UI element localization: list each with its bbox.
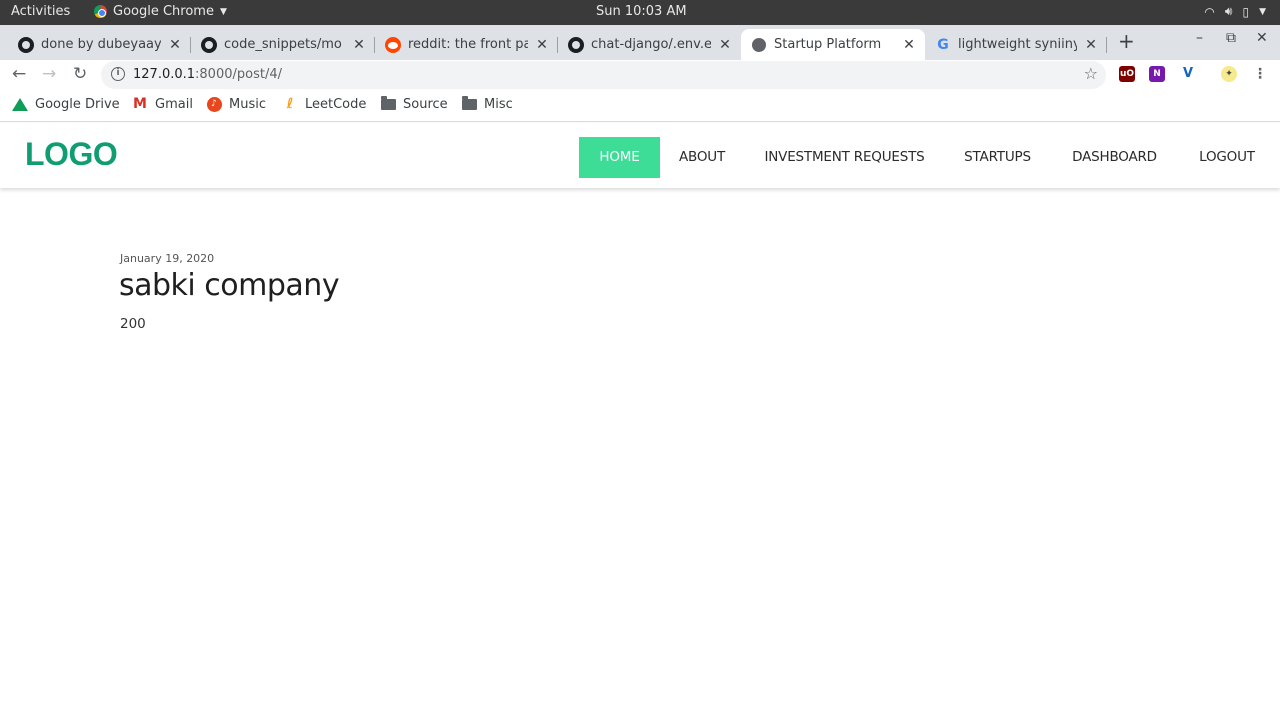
battery-icon: ▯: [1242, 4, 1250, 19]
bookmark-label: Source: [403, 96, 448, 112]
system-top-bar: Activities Google Chrome ▼ Sun 10:03 AM …: [0, 0, 1280, 25]
app-name: Google Chrome: [113, 4, 214, 19]
tab-title: Startup Platform: [774, 37, 882, 52]
reload-icon[interactable]: ↻: [73, 64, 87, 84]
post-date: January 19, 2020: [120, 252, 215, 265]
tray-menu-caret-icon: ▼: [1259, 6, 1266, 17]
github-icon: [18, 36, 34, 53]
nav-investment-requests[interactable]: INVESTMENT REQUESTS: [752, 137, 937, 178]
bookmark-label: Google Drive: [35, 96, 120, 112]
close-icon[interactable]: ✕: [167, 37, 183, 53]
bookmark-label: Misc: [484, 96, 513, 112]
nav-dashboard[interactable]: DASHBOARD: [1058, 137, 1171, 178]
close-icon[interactable]: ✕: [901, 37, 917, 53]
tab-startup-platform[interactable]: Startup Platform ✕: [741, 29, 925, 60]
reddit-icon: [385, 36, 401, 53]
globe-icon: [752, 37, 766, 52]
tab-title: reddit: the front pa: [408, 37, 528, 52]
music-icon: ♪: [206, 96, 222, 112]
tab-lightweight-google[interactable]: G lightweight syniiny ✕: [925, 29, 1107, 60]
tab-title: code_snippets/mo: [224, 37, 342, 52]
bookmark-folder-misc[interactable]: Misc: [461, 95, 513, 112]
nav-home[interactable]: HOME: [579, 137, 660, 178]
tab-reddit[interactable]: reddit: the front pa ✕: [375, 29, 558, 60]
bookmark-label: Music: [229, 96, 266, 112]
site-logo[interactable]: LOGO: [25, 136, 118, 173]
url-text[interactable]: 127.0.0.1:8000/post/4/: [133, 67, 282, 82]
bookmarks-bar: Google Drive M Gmail ♪ Music ℓ LeetCode …: [0, 89, 1280, 122]
bookmark-label: Gmail: [155, 96, 193, 112]
bookmark-music[interactable]: ♪ Music: [206, 96, 266, 112]
url-host: 127.0.0.1: [133, 67, 196, 82]
github-icon: [201, 36, 217, 53]
activities-button[interactable]: Activities: [11, 4, 70, 19]
system-tray[interactable]: ◠ 🔊︎ ▯ ▼: [1204, 4, 1266, 19]
tab-title: lightweight syniiny: [958, 37, 1077, 52]
close-icon[interactable]: ✕: [1083, 37, 1099, 53]
folder-icon: [461, 95, 477, 110]
profile-avatar[interactable]: ✦: [1221, 66, 1237, 82]
nav-startups[interactable]: STARTUPS: [950, 137, 1045, 178]
browser-toolbar: ← → ↻ i 127.0.0.1:8000/post/4/ ☆ uO N V …: [0, 60, 1280, 89]
post-body: 200: [120, 316, 146, 332]
bookmark-google-drive[interactable]: Google Drive: [12, 96, 120, 112]
onenote-icon[interactable]: N: [1149, 66, 1165, 82]
volume-icon: 🔊︎: [1224, 4, 1233, 18]
vpn-extension-icon[interactable]: V: [1180, 66, 1196, 82]
app-menu[interactable]: Google Chrome ▼: [94, 4, 227, 19]
site-info-icon[interactable]: i: [111, 67, 125, 81]
close-icon[interactable]: ✕: [351, 37, 367, 53]
chrome-menu-icon[interactable]: ⋮: [1252, 66, 1268, 82]
site-header: LOGO HOME ABOUT INVESTMENT REQUESTS STAR…: [0, 123, 1280, 188]
tab-title: chat-django/.env.e: [591, 37, 711, 52]
caret-down-icon: ▼: [219, 6, 227, 17]
leetcode-icon: ℓ: [286, 96, 294, 112]
close-icon[interactable]: ✕: [717, 37, 733, 53]
close-icon[interactable]: ✕: [534, 37, 550, 53]
bookmark-label: LeetCode: [305, 96, 367, 112]
tab-separator: [1106, 37, 1107, 53]
window-close-icon[interactable]: ✕: [1256, 30, 1268, 46]
gmail-icon: M: [133, 96, 147, 112]
google-drive-icon: [12, 97, 28, 111]
bookmark-star-icon[interactable]: ☆: [1084, 64, 1098, 83]
tab-chat-django[interactable]: chat-django/.env.e ✕: [558, 29, 741, 60]
folder-icon: [380, 95, 396, 110]
bookmark-leetcode[interactable]: ℓ LeetCode: [282, 96, 367, 112]
tab-title: done by dubeyaayu: [41, 37, 161, 52]
nav-about[interactable]: ABOUT: [666, 137, 738, 178]
forward-arrow-icon[interactable]: →: [42, 64, 56, 84]
back-arrow-icon[interactable]: ←: [12, 64, 26, 84]
post-title: sabki company: [119, 268, 340, 303]
restore-icon[interactable]: ⧉: [1226, 30, 1236, 46]
address-bar[interactable]: i 127.0.0.1:8000/post/4/ ☆: [101, 61, 1106, 89]
minimize-icon[interactable]: –: [1196, 30, 1203, 46]
ublock-origin-icon[interactable]: uO: [1119, 66, 1135, 82]
google-icon: G: [937, 36, 949, 53]
url-path: :8000/post/4/: [195, 67, 282, 82]
clock[interactable]: Sun 10:03 AM: [596, 4, 687, 19]
wifi-icon: ◠: [1204, 4, 1215, 19]
tab-code-snippets[interactable]: code_snippets/mo ✕: [191, 29, 375, 60]
nav-logout[interactable]: LOGOUT: [1185, 137, 1269, 178]
tab-done-by-dubeyaayu[interactable]: done by dubeyaayu ✕: [8, 29, 191, 60]
new-tab-button[interactable]: +: [1118, 29, 1135, 53]
tab-strip: done by dubeyaayu ✕ code_snippets/mo ✕ r…: [0, 25, 1280, 60]
chrome-icon: [94, 5, 107, 18]
bookmark-folder-source[interactable]: Source: [380, 95, 448, 112]
bookmark-gmail[interactable]: M Gmail: [132, 96, 193, 112]
github-icon: [568, 36, 584, 53]
